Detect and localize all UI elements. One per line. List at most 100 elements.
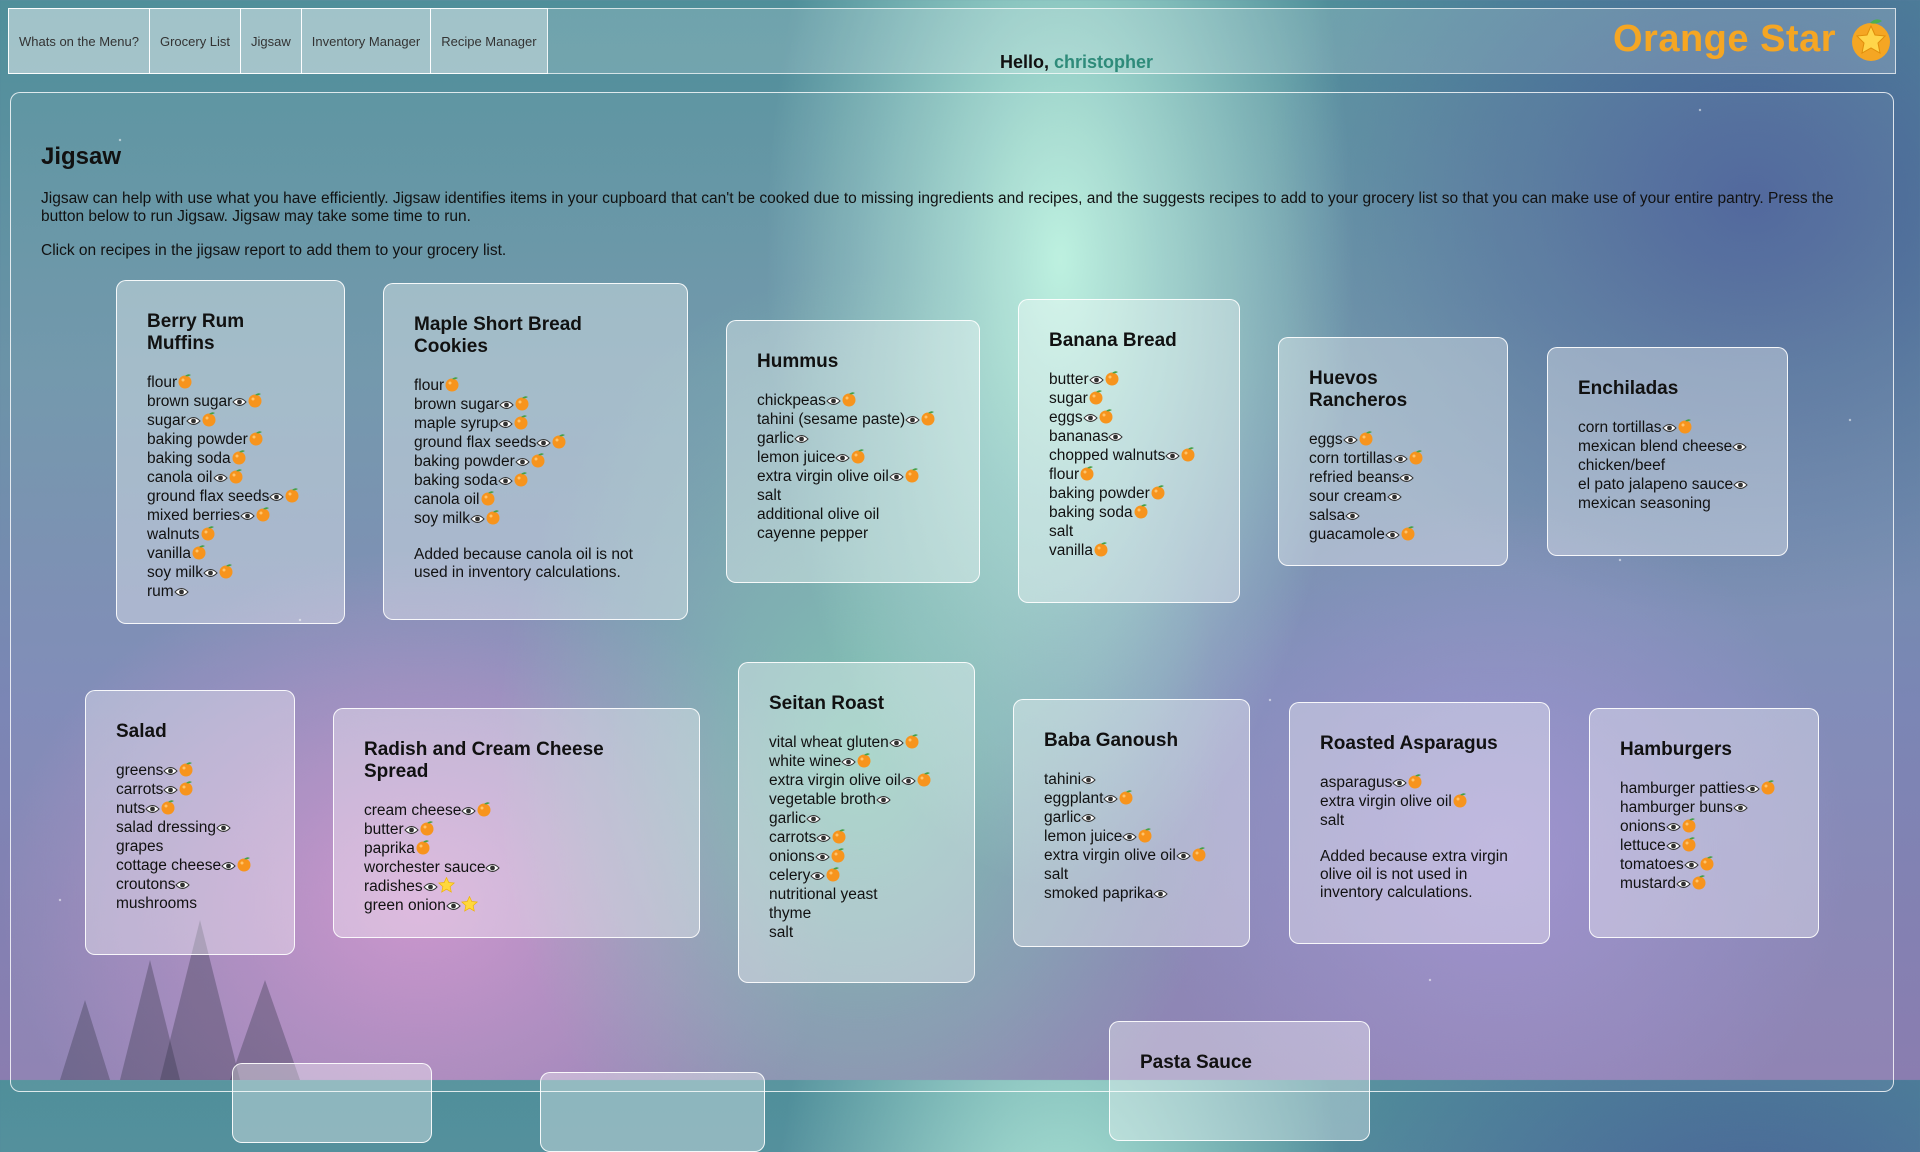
ingredient-name: refried beans	[1309, 469, 1400, 486]
recipe-card[interactable]: Maple Short Bread Cookies flour brown suga…	[383, 283, 688, 620]
recipe-card[interactable]: Radish and Cream Cheese Spread cream chee…	[333, 708, 700, 938]
orange-icon	[514, 472, 528, 487]
ingredient-name: carrots	[116, 781, 164, 798]
ingredient-item: extra virgin olive oil	[757, 467, 949, 486]
ingredient-name: bananas	[1049, 428, 1109, 445]
ingredient-name: garlic	[1044, 809, 1082, 826]
eye-icon	[816, 834, 832, 842]
recipe-card[interactable]: Pasta Sauce	[1109, 1021, 1370, 1141]
nav-inventory-manager[interactable]: Inventory Manager	[300, 8, 432, 74]
recipe-card[interactable]: Hamburgers hamburger patties hamburger bun…	[1589, 708, 1819, 938]
recipe-title: Salad	[116, 721, 167, 742]
ingredient-name: eggs	[1309, 431, 1343, 448]
recipe-card[interactable]: Banana Bread butter sugar eggs bananas choppe…	[1018, 299, 1240, 603]
recipe-title: Huevos Rancheros	[1309, 368, 1408, 411]
ingredient-name: maple syrup	[414, 415, 499, 432]
recipe-card[interactable]: Seitan Roast vital wheat gluten white wine…	[738, 662, 975, 983]
ingredient-name: cottage cheese	[116, 857, 222, 874]
ingredient-item: refried beans	[1309, 468, 1477, 487]
nav-whats-on-the-menu[interactable]: Whats on the Menu?	[8, 8, 150, 74]
recipe-title: Banana Bread	[1049, 330, 1177, 351]
recipe-title: Pasta Sauce	[1140, 1052, 1252, 1073]
eye-icon	[905, 416, 920, 424]
ingredient-list: tahini eggplant garlic lemon juice extra vir…	[1044, 770, 1219, 903]
ingredient-list: hamburger patties hamburger buns onions let…	[1620, 779, 1788, 893]
ingredient-item: white wine	[769, 752, 944, 771]
eye-icon	[485, 864, 501, 872]
eye-icon	[841, 758, 857, 766]
orange-icon	[219, 564, 233, 579]
nav-jigsaw[interactable]: Jigsaw	[240, 8, 302, 74]
ingredient-item: baking powder	[1049, 484, 1209, 503]
orange-icon	[1761, 780, 1775, 795]
eye-icon	[1745, 785, 1760, 793]
recipe-card[interactable]: Salad greens carrots nuts salad dressing grap…	[85, 690, 295, 955]
eye-icon	[163, 767, 179, 775]
orange-icon	[229, 469, 242, 484]
ingredient-item: baking soda	[147, 449, 314, 468]
nav-grocery-list[interactable]: Grocery List	[148, 8, 242, 74]
ingredient-list: vital wheat gluten white wine extra virgin…	[769, 733, 944, 942]
ingredient-item: mexican blend cheese	[1578, 437, 1757, 456]
ingredient-item: eggs	[1049, 408, 1209, 427]
eye-icon	[1176, 852, 1191, 860]
ingredient-item: tomatoes	[1620, 855, 1788, 874]
eye-icon	[1399, 474, 1415, 482]
recipe-card[interactable]	[232, 1063, 432, 1143]
ingredient-item: eggplant	[1044, 789, 1219, 808]
orange-icon	[1094, 542, 1108, 557]
orange-star-logo-icon	[1852, 19, 1890, 61]
recipe-card[interactable]	[540, 1072, 765, 1152]
eye-icon	[1666, 823, 1681, 831]
ingredient-name: baking soda	[1049, 504, 1133, 521]
recipe-title: Baba Ganoush	[1044, 730, 1179, 751]
recipe-card[interactable]: Roasted Asparagus asparagus extra virgin o…	[1289, 702, 1550, 944]
nav-recipe-manager[interactable]: Recipe Manager	[430, 8, 548, 74]
orange-icon	[1682, 818, 1696, 833]
eye-icon	[497, 477, 513, 485]
recipe-card[interactable]: Enchiladas corn tortillas mexican blend ch…	[1547, 347, 1788, 556]
ingredient-name: sugar	[1049, 390, 1088, 407]
orange-icon	[917, 772, 931, 787]
eye-icon	[876, 796, 891, 804]
recipe-card[interactable]: Berry Rum Muffins flour brown sugar sugar ba…	[116, 280, 345, 624]
ingredient-name: radishes	[364, 878, 423, 895]
recipe-title: Roasted Asparagus	[1320, 733, 1498, 754]
ingredient-item: brown sugar	[147, 392, 314, 411]
orange-icon	[1359, 431, 1373, 446]
recipe-card[interactable]: Baba Ganoush tahini eggplant garlic lemon ju…	[1013, 699, 1250, 947]
eye-icon	[446, 902, 461, 910]
ingredient-item: flour	[147, 373, 314, 392]
recipe-card[interactable]: Hummus chickpeas tahini (sesame paste) garl…	[726, 320, 980, 583]
eye-icon	[1342, 436, 1358, 444]
ingredient-name: white wine	[769, 753, 842, 770]
recipe-title: Hummus	[757, 351, 839, 372]
ingredient-item: baking powder	[414, 452, 657, 471]
eye-icon	[1732, 443, 1747, 451]
ingredient-name: mixed berries	[147, 507, 241, 524]
eye-icon	[1392, 455, 1408, 463]
ingredient-name: hamburger buns	[1620, 799, 1733, 816]
ingredient-item: salt	[1049, 522, 1209, 541]
ingredient-list: butter sugar eggs bananas chopped walnuts flo…	[1049, 370, 1209, 560]
ingredient-name: flour	[147, 374, 178, 391]
orange-icon	[1408, 774, 1422, 789]
ingredient-item: tahini (sesame paste)	[757, 410, 949, 429]
recipe-card[interactable]: Huevos Rancheros eggs corn tortillas refrie…	[1278, 337, 1508, 566]
orange-icon	[178, 374, 192, 389]
ingredient-item: chopped walnuts	[1049, 446, 1209, 465]
ingredient-list: chickpeas tahini (sesame paste) garlic lemo…	[757, 391, 949, 543]
orange-icon	[905, 468, 919, 483]
ingredient-item: garlic	[769, 809, 944, 828]
eye-icon	[1661, 424, 1677, 432]
orange-icon	[905, 734, 919, 749]
ingredient-name: hamburger patties	[1620, 780, 1745, 797]
orange-icon	[1181, 447, 1195, 462]
ingredient-name: ground flax seeds	[414, 434, 537, 451]
recipe-title: Seitan Roast	[769, 693, 885, 714]
ingredient-name: salad dressing	[116, 819, 216, 836]
recipe-note: Added because canola oil is not used in …	[414, 546, 633, 581]
page-title: Jigsaw	[41, 143, 122, 170]
ingredient-name: chopped walnuts	[1049, 447, 1166, 464]
eye-icon	[1733, 481, 1748, 489]
